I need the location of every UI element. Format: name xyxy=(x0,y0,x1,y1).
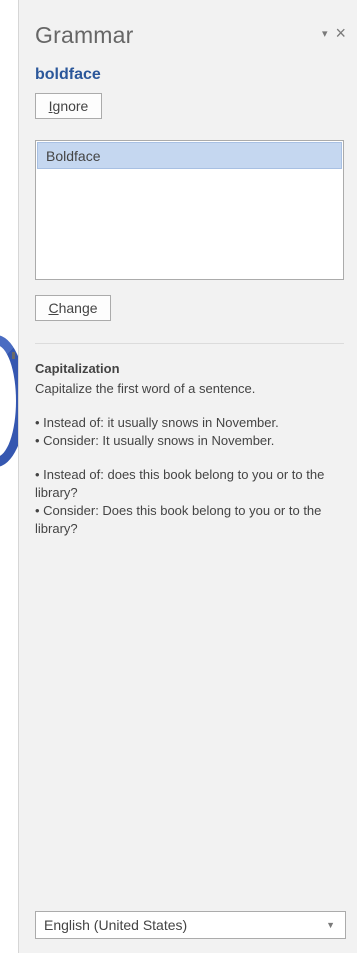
pane-options-chevron-down-icon[interactable]: ▾ xyxy=(320,25,330,42)
document-cursor-mark xyxy=(12,352,15,359)
flagged-word: boldface xyxy=(35,66,101,83)
close-icon[interactable]: × xyxy=(333,24,348,42)
pane-title: Grammar xyxy=(35,22,134,48)
example-1: • Instead of: it usually snows in Novemb… xyxy=(35,414,350,450)
ignore-label-rest: gnore xyxy=(52,98,89,114)
language-value: English (United States) xyxy=(44,917,188,933)
grammar-pane: Grammar ▾ × boldface Ignore Boldface Cha… xyxy=(18,0,357,953)
example-2: • Instead of: does this book belong to y… xyxy=(35,466,350,538)
rule-description: Capitalize the first word of a sentence. xyxy=(35,381,256,396)
change-accelerator: C xyxy=(48,300,59,316)
change-label-rest: hange xyxy=(58,300,98,316)
suggestions-list[interactable]: Boldface xyxy=(35,140,344,280)
document-area xyxy=(0,0,18,953)
pane-controls: ▾ × xyxy=(320,24,348,42)
language-select[interactable]: English (United States) ▼ xyxy=(35,911,346,939)
rule-explanation: Capitalization Capitalize the first word… xyxy=(35,360,350,554)
ignore-button[interactable]: Ignore xyxy=(35,93,102,119)
example-consider: • Consider: It usually snows in November… xyxy=(35,433,275,448)
divider xyxy=(35,343,344,344)
suggestion-item[interactable]: Boldface xyxy=(37,142,342,169)
rule-title: Capitalization xyxy=(35,361,120,376)
example-instead: • Instead of: it usually snows in Novemb… xyxy=(35,415,279,430)
document-glyph-fragment xyxy=(0,335,18,467)
example-consider: • Consider: Does this book belong to you… xyxy=(35,503,322,536)
example-instead: • Instead of: does this book belong to y… xyxy=(35,467,325,500)
chevron-down-icon[interactable]: ▼ xyxy=(326,920,335,930)
change-button[interactable]: Change xyxy=(35,295,111,321)
